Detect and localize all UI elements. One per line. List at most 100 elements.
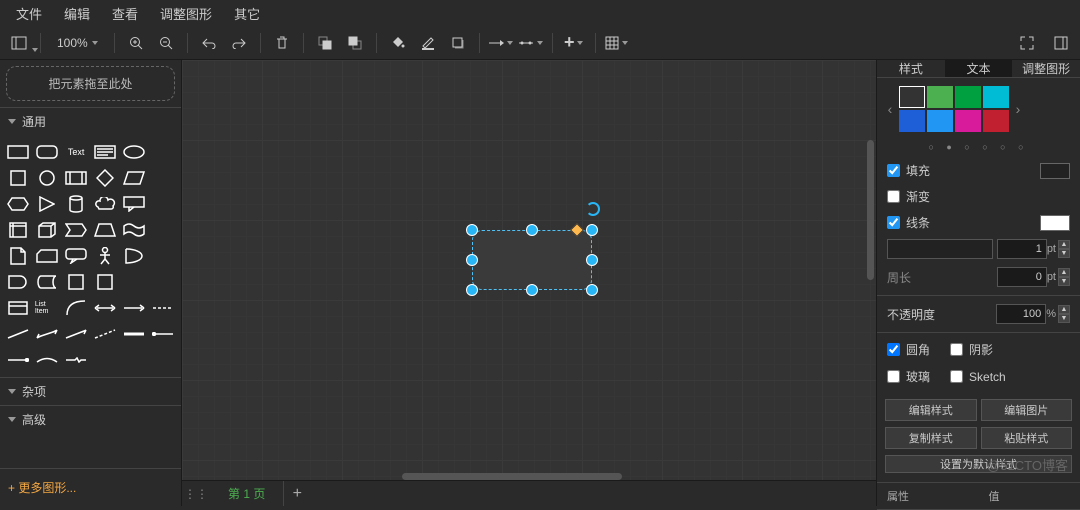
- shape-circle[interactable]: [35, 167, 60, 189]
- fill-color-swatch[interactable]: [1040, 163, 1070, 179]
- shape-blank7[interactable]: [150, 271, 175, 293]
- shape-hexagon[interactable]: [6, 193, 31, 215]
- section-misc[interactable]: 杂项: [0, 377, 181, 405]
- sketch-checkbox[interactable]: [950, 370, 963, 383]
- gradient-checkbox[interactable]: [887, 190, 900, 203]
- shape-curve[interactable]: [64, 297, 89, 319]
- undo-icon[interactable]: [196, 30, 222, 56]
- opacity-down[interactable]: ▼: [1058, 314, 1070, 323]
- zoom-in-icon[interactable]: [123, 30, 149, 56]
- shape-trapezoid[interactable]: [93, 219, 118, 241]
- shape-line-bi[interactable]: [35, 323, 60, 345]
- fill-checkbox[interactable]: [887, 164, 900, 177]
- resize-handle-sw[interactable]: [466, 284, 478, 296]
- color-swatch[interactable]: [899, 86, 925, 108]
- delete-icon[interactable]: [269, 30, 295, 56]
- copy-style-button[interactable]: 复制样式: [885, 427, 977, 449]
- opacity-up[interactable]: ▲: [1058, 305, 1070, 314]
- zoom-out-icon[interactable]: [153, 30, 179, 56]
- resize-handle-se[interactable]: [586, 284, 598, 296]
- shadow-checkbox[interactable]: [950, 343, 963, 356]
- rounded-checkbox[interactable]: [887, 343, 900, 356]
- line-width-input[interactable]: [997, 239, 1047, 259]
- shape-cube[interactable]: [35, 219, 60, 241]
- shape-blank[interactable]: [150, 141, 175, 163]
- menu-view[interactable]: 查看: [102, 0, 148, 27]
- shape-list[interactable]: [6, 297, 31, 319]
- shape-connector2[interactable]: [6, 349, 31, 371]
- color-swatch[interactable]: [927, 110, 953, 132]
- shape-process[interactable]: [64, 167, 89, 189]
- shape-cloud[interactable]: [93, 193, 118, 215]
- shape-blank3[interactable]: [150, 193, 175, 215]
- pages-menu-icon[interactable]: ⋮⋮: [182, 481, 210, 507]
- opacity-input[interactable]: [996, 304, 1046, 324]
- shape-blank6[interactable]: [121, 271, 146, 293]
- color-swatch[interactable]: [899, 110, 925, 132]
- redo-icon[interactable]: [226, 30, 252, 56]
- swatch-next-icon[interactable]: ›: [1011, 101, 1025, 117]
- menu-other[interactable]: 其它: [224, 0, 270, 27]
- shape-note[interactable]: [6, 245, 31, 267]
- shape-list-item[interactable]: List Item: [35, 297, 60, 319]
- rotate-handle[interactable]: [586, 202, 600, 216]
- section-general[interactable]: 通用: [0, 107, 181, 135]
- color-swatch[interactable]: [927, 86, 953, 108]
- shape-line-dashed[interactable]: [150, 297, 175, 319]
- table-icon[interactable]: [604, 30, 630, 56]
- perimeter-down[interactable]: ▼: [1058, 277, 1070, 286]
- shape-connector4[interactable]: [64, 349, 89, 371]
- to-back-icon[interactable]: [342, 30, 368, 56]
- shape-diamond[interactable]: [93, 167, 118, 189]
- color-swatch[interactable]: [983, 110, 1009, 132]
- swatch-prev-icon[interactable]: ‹: [883, 101, 897, 117]
- shape-blank2[interactable]: [150, 167, 175, 189]
- resize-handle-n[interactable]: [526, 224, 538, 236]
- resize-handle-s[interactable]: [526, 284, 538, 296]
- shape-square3[interactable]: [93, 271, 118, 293]
- menu-edit[interactable]: 编辑: [54, 0, 100, 27]
- shape-arrow[interactable]: [121, 297, 146, 319]
- shape-tape[interactable]: [121, 219, 146, 241]
- shape-solid-line[interactable]: [121, 323, 146, 345]
- fullscreen-icon[interactable]: [1014, 30, 1040, 56]
- horizontal-scrollbar[interactable]: [402, 473, 622, 480]
- color-swatch[interactable]: [955, 86, 981, 108]
- shape-actor[interactable]: [93, 245, 118, 267]
- line-style-select[interactable]: [887, 239, 993, 259]
- tab-style[interactable]: 样式: [877, 60, 945, 78]
- shape-step[interactable]: [64, 219, 89, 241]
- shape-textbox[interactable]: [93, 141, 118, 163]
- color-swatch[interactable]: [983, 86, 1009, 108]
- scratchpad[interactable]: 把元素拖至此处: [6, 66, 175, 101]
- shape-text[interactable]: Text: [64, 141, 89, 163]
- more-shapes-button[interactable]: + 更多图形...: [0, 468, 181, 506]
- shape-card[interactable]: [35, 245, 60, 267]
- section-advanced[interactable]: 高级: [0, 405, 181, 433]
- resize-handle-e[interactable]: [586, 254, 598, 266]
- shape-rect[interactable]: [6, 141, 31, 163]
- line-width-up[interactable]: ▲: [1058, 240, 1070, 249]
- format-panel-toggle-icon[interactable]: [1048, 30, 1074, 56]
- shape-square2[interactable]: [64, 271, 89, 293]
- menu-adjust[interactable]: 调整图形: [150, 0, 222, 27]
- line-color-icon[interactable]: [415, 30, 441, 56]
- shape-connector3[interactable]: [35, 349, 60, 371]
- perimeter-input[interactable]: [997, 267, 1047, 287]
- add-page-button[interactable]: +: [284, 485, 310, 503]
- resize-handle-w[interactable]: [466, 254, 478, 266]
- shape-line-arrow[interactable]: [64, 323, 89, 345]
- shape-rounded-rect[interactable]: [35, 141, 60, 163]
- vertical-scrollbar[interactable]: [867, 140, 874, 280]
- edit-style-button[interactable]: 编辑样式: [885, 399, 977, 421]
- shape-arrow-bi[interactable]: [93, 297, 118, 319]
- shape-callout2[interactable]: [64, 245, 89, 267]
- shadow-icon[interactable]: [445, 30, 471, 56]
- shape-blank4[interactable]: [150, 219, 175, 241]
- shape-datastore[interactable]: [35, 271, 60, 293]
- waypoint-icon[interactable]: [518, 30, 544, 56]
- shape-ellipse[interactable]: [121, 141, 146, 163]
- tab-text[interactable]: 文本: [945, 60, 1013, 78]
- sidebar-toggle-icon[interactable]: [6, 30, 32, 56]
- canvas[interactable]: ⋮⋮ 第 1 页 +: [182, 60, 876, 506]
